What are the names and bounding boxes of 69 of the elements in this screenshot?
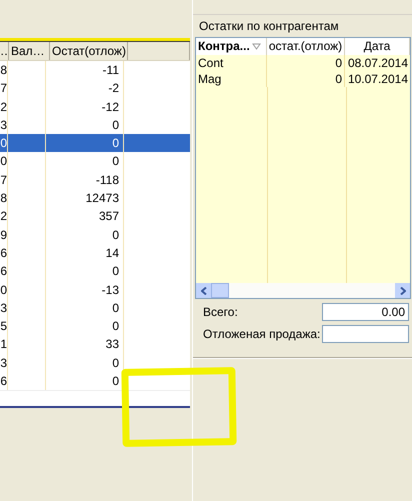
table-cell: -2	[46, 79, 124, 98]
field-label: Всего:	[203, 305, 238, 319]
column-header[interactable]: остат.(отлож)	[267, 38, 345, 55]
table-cell: Cont	[196, 55, 267, 71]
table-row[interactable]: 5 0	[0, 317, 190, 336]
table-cell: 1	[0, 335, 8, 354]
horizontal-scrollbar[interactable]	[196, 283, 410, 298]
table-row[interactable]: 3 0	[0, 354, 190, 372]
table-cell: 0	[0, 152, 8, 171]
table-cell: 357	[46, 207, 124, 226]
table-cell: 6	[0, 262, 8, 281]
table-cell: 7	[0, 170, 8, 190]
table-cell: 8	[0, 189, 8, 208]
column-header[interactable]: Вал…	[9, 42, 50, 60]
table-row[interactable]: 7 -2	[0, 79, 190, 98]
table-row[interactable]: 8 12473	[0, 189, 190, 208]
table-cell: 9	[0, 226, 8, 244]
table-cell: 0	[46, 298, 124, 318]
table-cell: -12	[46, 98, 124, 116]
table-row[interactable]: 1 33	[0, 335, 190, 354]
table-cell: 2	[0, 98, 8, 116]
scroll-thumb[interactable]	[211, 283, 229, 298]
table-row[interactable]: 0 0	[0, 134, 190, 152]
total-field[interactable]: 0.00	[322, 303, 409, 321]
table-cell: -11	[46, 61, 124, 80]
table-cell: 5	[0, 317, 8, 336]
deferred-sale-field[interactable]	[322, 325, 409, 343]
table-cell: 2	[0, 207, 8, 226]
table-cell: 0	[0, 280, 8, 299]
table-row[interactable]: 6 14	[0, 244, 190, 262]
table-row[interactable]: 2 357	[0, 207, 190, 226]
table-cell: 0	[267, 71, 345, 87]
column-header[interactable]: Контра...	[196, 38, 267, 55]
table-cell: 33	[46, 335, 124, 354]
table-cell: 0	[46, 354, 124, 372]
table-row[interactable]: 9 0	[0, 226, 190, 244]
column-header[interactable]: …	[0, 42, 9, 60]
table-cell-text: 08.07.2014	[346, 55, 409, 71]
table-row[interactable]: 7 -118	[0, 170, 190, 190]
scroll-right-button[interactable]	[395, 283, 410, 298]
column-header[interactable]: Остат(отлож)	[50, 42, 128, 60]
table-cell: 3	[0, 298, 8, 318]
table-cell: -13	[46, 280, 124, 299]
table-row[interactable]: 6 0	[0, 262, 190, 281]
table-cell-text: 10.07.2014	[346, 71, 409, 87]
table-row[interactable]: 0 -13	[0, 280, 190, 299]
table-cell: 0	[267, 55, 345, 71]
table-cell: 0	[46, 134, 124, 152]
table-row[interactable]: 3 0	[0, 298, 190, 318]
table-row[interactable]: 8 -11	[0, 61, 190, 80]
table-cell: 0	[0, 134, 8, 152]
table-cell: -118	[46, 170, 124, 190]
table-cell: 0	[46, 262, 124, 281]
table-cell: 6	[0, 244, 8, 262]
scroll-left-button[interactable]	[196, 283, 211, 298]
table-cell: Mag	[196, 71, 267, 87]
table-cell: 0	[46, 317, 124, 336]
sort-icon	[252, 43, 261, 50]
table-cell: 0	[46, 152, 124, 171]
table-row[interactable]: 2 -12	[0, 98, 190, 116]
table-cell: 3	[0, 354, 8, 372]
table-cell: 14	[46, 244, 124, 262]
table-cell: 7	[0, 79, 8, 98]
table-cell: 12473	[46, 189, 124, 208]
table-row[interactable]: 0 0	[0, 152, 190, 171]
column-header[interactable]: Дата	[345, 38, 410, 55]
field-label: Отложеная продажа:	[203, 327, 320, 341]
table-cell: 8	[0, 61, 8, 80]
table-cell: 0	[46, 226, 124, 244]
